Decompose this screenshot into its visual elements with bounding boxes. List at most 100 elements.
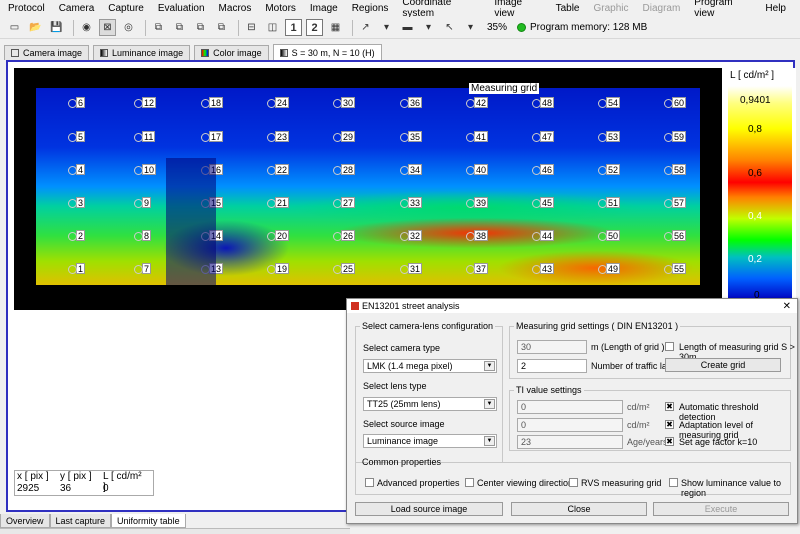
ti-threshold-input[interactable]: 0 xyxy=(517,400,623,414)
grid-point[interactable]: 60 xyxy=(663,97,687,108)
save-icon[interactable]: 💾 xyxy=(48,19,65,36)
grid-point[interactable]: 47 xyxy=(531,131,555,142)
grid-point[interactable]: 52 xyxy=(597,164,621,175)
grid-point[interactable]: 3 xyxy=(67,197,86,208)
lens-type-select[interactable]: TT25 (25mm lens) ▼ xyxy=(363,397,497,411)
grid-point[interactable]: 59 xyxy=(663,131,687,142)
grid-point[interactable]: 40 xyxy=(465,164,489,175)
menu-item-evaluation[interactable]: Evaluation xyxy=(158,3,205,14)
grid-point[interactable]: 50 xyxy=(597,230,621,241)
grid-point[interactable]: 29 xyxy=(332,131,356,142)
tab-luminance-image[interactable]: Luminance image xyxy=(93,45,191,60)
open-folder-icon[interactable]: 📂 xyxy=(27,19,44,36)
grid-point[interactable]: 44 xyxy=(531,230,555,241)
camera-type-select[interactable]: LMK (1.4 mega pixel) ▼ xyxy=(363,359,497,373)
grid-point[interactable]: 18 xyxy=(200,97,224,108)
grid-point[interactable]: 31 xyxy=(399,263,423,274)
age-factor-checkbox[interactable]: ✖ xyxy=(665,437,674,446)
grid-point[interactable]: 42 xyxy=(465,97,489,108)
grid-point[interactable]: 9 xyxy=(133,197,152,208)
grid-point[interactable]: 25 xyxy=(332,263,356,274)
tab-last-capture[interactable]: Last capture xyxy=(49,514,112,528)
capture-icon[interactable]: ⊠ xyxy=(99,19,116,36)
tab-uniformity-table[interactable]: Uniformity table xyxy=(111,514,186,528)
grid-point[interactable]: 39 xyxy=(465,197,489,208)
window-icon[interactable]: ⧉ xyxy=(150,19,167,36)
new-file-icon[interactable]: ▭ xyxy=(6,19,23,36)
grid-point[interactable]: 17 xyxy=(200,131,224,142)
grid-point[interactable]: 8 xyxy=(133,230,152,241)
grid-point[interactable]: 14 xyxy=(200,230,224,241)
grid-point[interactable]: 19 xyxy=(266,263,290,274)
menu-item-capture[interactable]: Capture xyxy=(108,3,144,14)
dropdown-arrow-icon[interactable]: ▾ xyxy=(378,19,395,36)
dropdown-arrow-icon[interactable]: ▾ xyxy=(462,19,479,36)
grid-point[interactable]: 55 xyxy=(663,263,687,274)
menu-item-camera[interactable]: Camera xyxy=(59,3,95,14)
menu-item-image[interactable]: Image xyxy=(310,3,338,14)
grid-point[interactable]: 15 xyxy=(200,197,224,208)
menu-item-regions[interactable]: Regions xyxy=(352,3,389,14)
tab-measuring-grid[interactable]: S = 30 m, N = 10 (H) xyxy=(272,44,382,60)
age-input[interactable]: 23 xyxy=(517,435,623,449)
window-tile-icon[interactable]: ⧉ xyxy=(213,19,230,36)
dropdown-arrow-icon[interactable]: ▾ xyxy=(420,19,437,36)
length-over-30m-checkbox[interactable] xyxy=(665,342,674,351)
load-source-image-button[interactable]: Load source image xyxy=(355,502,503,516)
grid-point[interactable]: 53 xyxy=(597,131,621,142)
grid-point[interactable]: 56 xyxy=(663,230,687,241)
show-luminance-checkbox[interactable] xyxy=(669,478,678,487)
grid-length-input[interactable]: 30 xyxy=(517,340,587,354)
grid-point[interactable]: 45 xyxy=(531,197,555,208)
menu-item-help[interactable]: Help xyxy=(765,3,786,14)
grid-point[interactable]: 54 xyxy=(597,97,621,108)
grid-point[interactable]: 27 xyxy=(332,197,356,208)
camera-icon[interactable]: ◉ xyxy=(78,19,95,36)
menu-item-table[interactable]: Table xyxy=(556,3,580,14)
grid-point[interactable]: 10 xyxy=(133,164,157,175)
advanced-properties-checkbox[interactable] xyxy=(365,478,374,487)
grid-point[interactable]: 32 xyxy=(399,230,423,241)
image-mode-icon[interactable]: ▦ xyxy=(327,19,344,36)
grid-point[interactable]: 21 xyxy=(266,197,290,208)
split-horizontal-icon[interactable]: ⊟ xyxy=(243,19,260,36)
ti-adaptation-input[interactable]: 0 xyxy=(517,418,623,432)
menu-item-motors[interactable]: Motors xyxy=(265,3,296,14)
grid-point[interactable]: 51 xyxy=(597,197,621,208)
grid-point[interactable]: 12 xyxy=(133,97,157,108)
grid-point[interactable]: 28 xyxy=(332,164,356,175)
grid-point[interactable]: 41 xyxy=(465,131,489,142)
pointer-icon[interactable]: ↖ xyxy=(441,19,458,36)
grid-point[interactable]: 57 xyxy=(663,197,687,208)
grid-point[interactable]: 2 xyxy=(67,230,86,241)
split-vertical-icon[interactable]: ◫ xyxy=(264,19,281,36)
source-image-select[interactable]: Luminance image ▼ xyxy=(363,434,497,448)
grid-point[interactable]: 11 xyxy=(133,131,156,142)
window-cascade-icon[interactable]: ⧉ xyxy=(171,19,188,36)
auto-threshold-checkbox[interactable]: ✖ xyxy=(665,402,674,411)
grid-point[interactable]: 20 xyxy=(266,230,290,241)
adaptation-level-checkbox[interactable]: ✖ xyxy=(665,420,674,429)
close-button[interactable]: Close xyxy=(511,502,647,516)
menu-item-macros[interactable]: Macros xyxy=(219,3,252,14)
center-view-checkbox[interactable] xyxy=(465,478,474,487)
grid-point[interactable]: 6 xyxy=(67,97,86,108)
false-color-luminance-image[interactable]: 6 12 18 24 30 36 42 48 54 60 5 11 17 23 29 35 41 47 53 59 4 1… xyxy=(36,88,700,285)
grid-point[interactable]: 13 xyxy=(200,263,224,274)
grid-point[interactable]: 16 xyxy=(200,164,224,175)
create-grid-button[interactable]: Create grid xyxy=(665,358,781,372)
grid-point[interactable]: 24 xyxy=(266,97,290,108)
close-icon[interactable]: ✕ xyxy=(783,301,791,312)
window-stack-icon[interactable]: ⧉ xyxy=(192,19,209,36)
grid-point[interactable]: 36 xyxy=(399,97,423,108)
grid-point[interactable]: 58 xyxy=(663,164,687,175)
grid-point[interactable]: 1 xyxy=(67,263,86,274)
grid-point[interactable]: 7 xyxy=(133,263,152,274)
menu-item-protocol[interactable]: Protocol xyxy=(8,3,45,14)
grid-point[interactable]: 35 xyxy=(399,131,423,142)
grid-point[interactable]: 48 xyxy=(531,97,555,108)
grid-point[interactable]: 49 xyxy=(597,263,621,274)
tab-camera-image[interactable]: Camera image xyxy=(4,45,90,60)
grid-point[interactable]: 5 xyxy=(67,131,86,142)
grid-point[interactable]: 22 xyxy=(266,164,290,175)
